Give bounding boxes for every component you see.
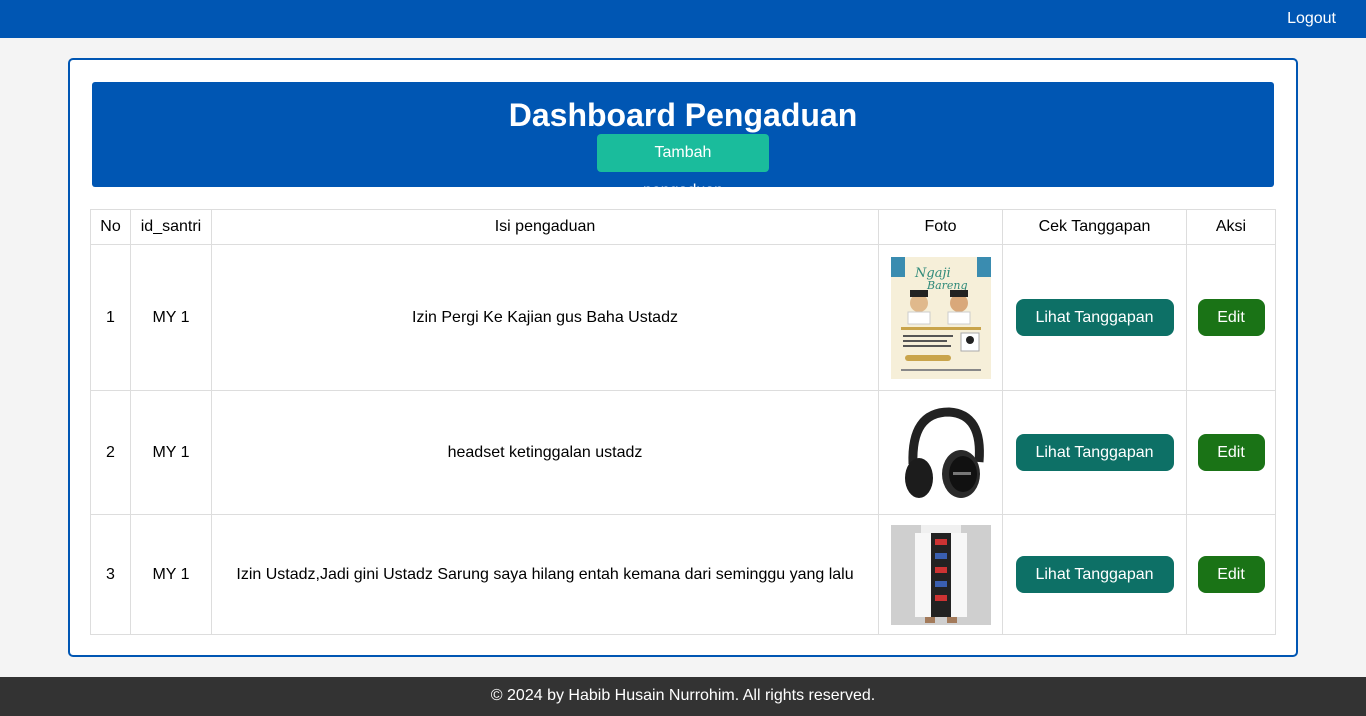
view-response-button[interactable]: Lihat Tanggapan xyxy=(1015,434,1174,471)
header-banner: Dashboard Pengaduan Tambah pengaduan xyxy=(92,82,1274,199)
top-navbar: Logout xyxy=(0,0,1366,38)
sarong-image xyxy=(890,524,991,625)
cell-no: 1 xyxy=(90,244,131,391)
cell-id-santri: MY 1 xyxy=(130,390,212,515)
table-row: 3 MY 1 Izin Ustadz,Jadi gini Ustadz Saru… xyxy=(90,514,1276,635)
edit-button[interactable]: Edit xyxy=(1197,299,1265,336)
cell-foto xyxy=(878,390,1003,515)
cell-isi: headset ketinggalan ustadz xyxy=(211,390,879,515)
cell-aksi: Edit xyxy=(1186,390,1276,515)
main-card: Dashboard Pengaduan Tambah pengaduan No … xyxy=(68,58,1298,657)
table-row: 1 MY 1 Izin Pergi Ke Kajian gus Baha Ust… xyxy=(90,244,1276,391)
footer: © 2024 by Habib Husain Nurrohim. All rig… xyxy=(0,677,1366,716)
cell-foto xyxy=(878,514,1003,635)
table-header-row: No id_santri Isi pengaduan Foto Cek Tang… xyxy=(90,209,1276,245)
cell-no: 3 xyxy=(90,514,131,635)
page-title: Dashboard Pengaduan xyxy=(508,97,858,133)
cell-aksi: Edit xyxy=(1186,514,1276,635)
edit-button[interactable]: Edit xyxy=(1197,434,1265,471)
cell-cek-tanggapan: Lihat Tanggapan xyxy=(1002,244,1187,391)
column-header-aksi: Aksi xyxy=(1186,209,1276,245)
column-header-foto: Foto xyxy=(878,209,1003,245)
column-header-no: No xyxy=(90,209,131,245)
cell-cek-tanggapan: Lihat Tanggapan xyxy=(1002,390,1187,515)
view-response-button[interactable]: Lihat Tanggapan xyxy=(1015,556,1174,593)
edit-button[interactable]: Edit xyxy=(1197,556,1265,593)
column-header-cek-tanggapan: Cek Tanggapan xyxy=(1002,209,1187,245)
complaints-table: No id_santri Isi pengaduan Foto Cek Tang… xyxy=(90,209,1276,635)
cell-cek-tanggapan: Lihat Tanggapan xyxy=(1002,514,1187,635)
logout-link[interactable]: Logout xyxy=(1287,10,1336,28)
cell-isi: Izin Ustadz,Jadi gini Ustadz Sarung saya… xyxy=(211,514,879,635)
cell-aksi: Edit xyxy=(1186,244,1276,391)
table-row: 2 MY 1 headset ketinggalan ustadz Lihat … xyxy=(90,390,1276,515)
column-header-isi: Isi pengaduan xyxy=(211,209,879,245)
cell-id-santri: MY 1 xyxy=(130,244,212,391)
cell-no: 2 xyxy=(90,390,131,515)
cell-id-santri: MY 1 xyxy=(130,514,212,635)
cell-foto: Ngaji Bareng xyxy=(878,244,1003,391)
cell-isi: Izin Pergi Ke Kajian gus Baha Ustadz xyxy=(211,244,879,391)
column-header-id-santri: id_santri xyxy=(130,209,212,245)
poster-image: Ngaji Bareng xyxy=(890,256,991,379)
copyright-text: © 2024 by Habib Husain Nurrohim. All rig… xyxy=(490,687,876,704)
add-complaint-button[interactable]: Tambah pengaduan xyxy=(597,134,769,199)
view-response-button[interactable]: Lihat Tanggapan xyxy=(1015,299,1174,336)
headphones-image xyxy=(890,401,991,504)
